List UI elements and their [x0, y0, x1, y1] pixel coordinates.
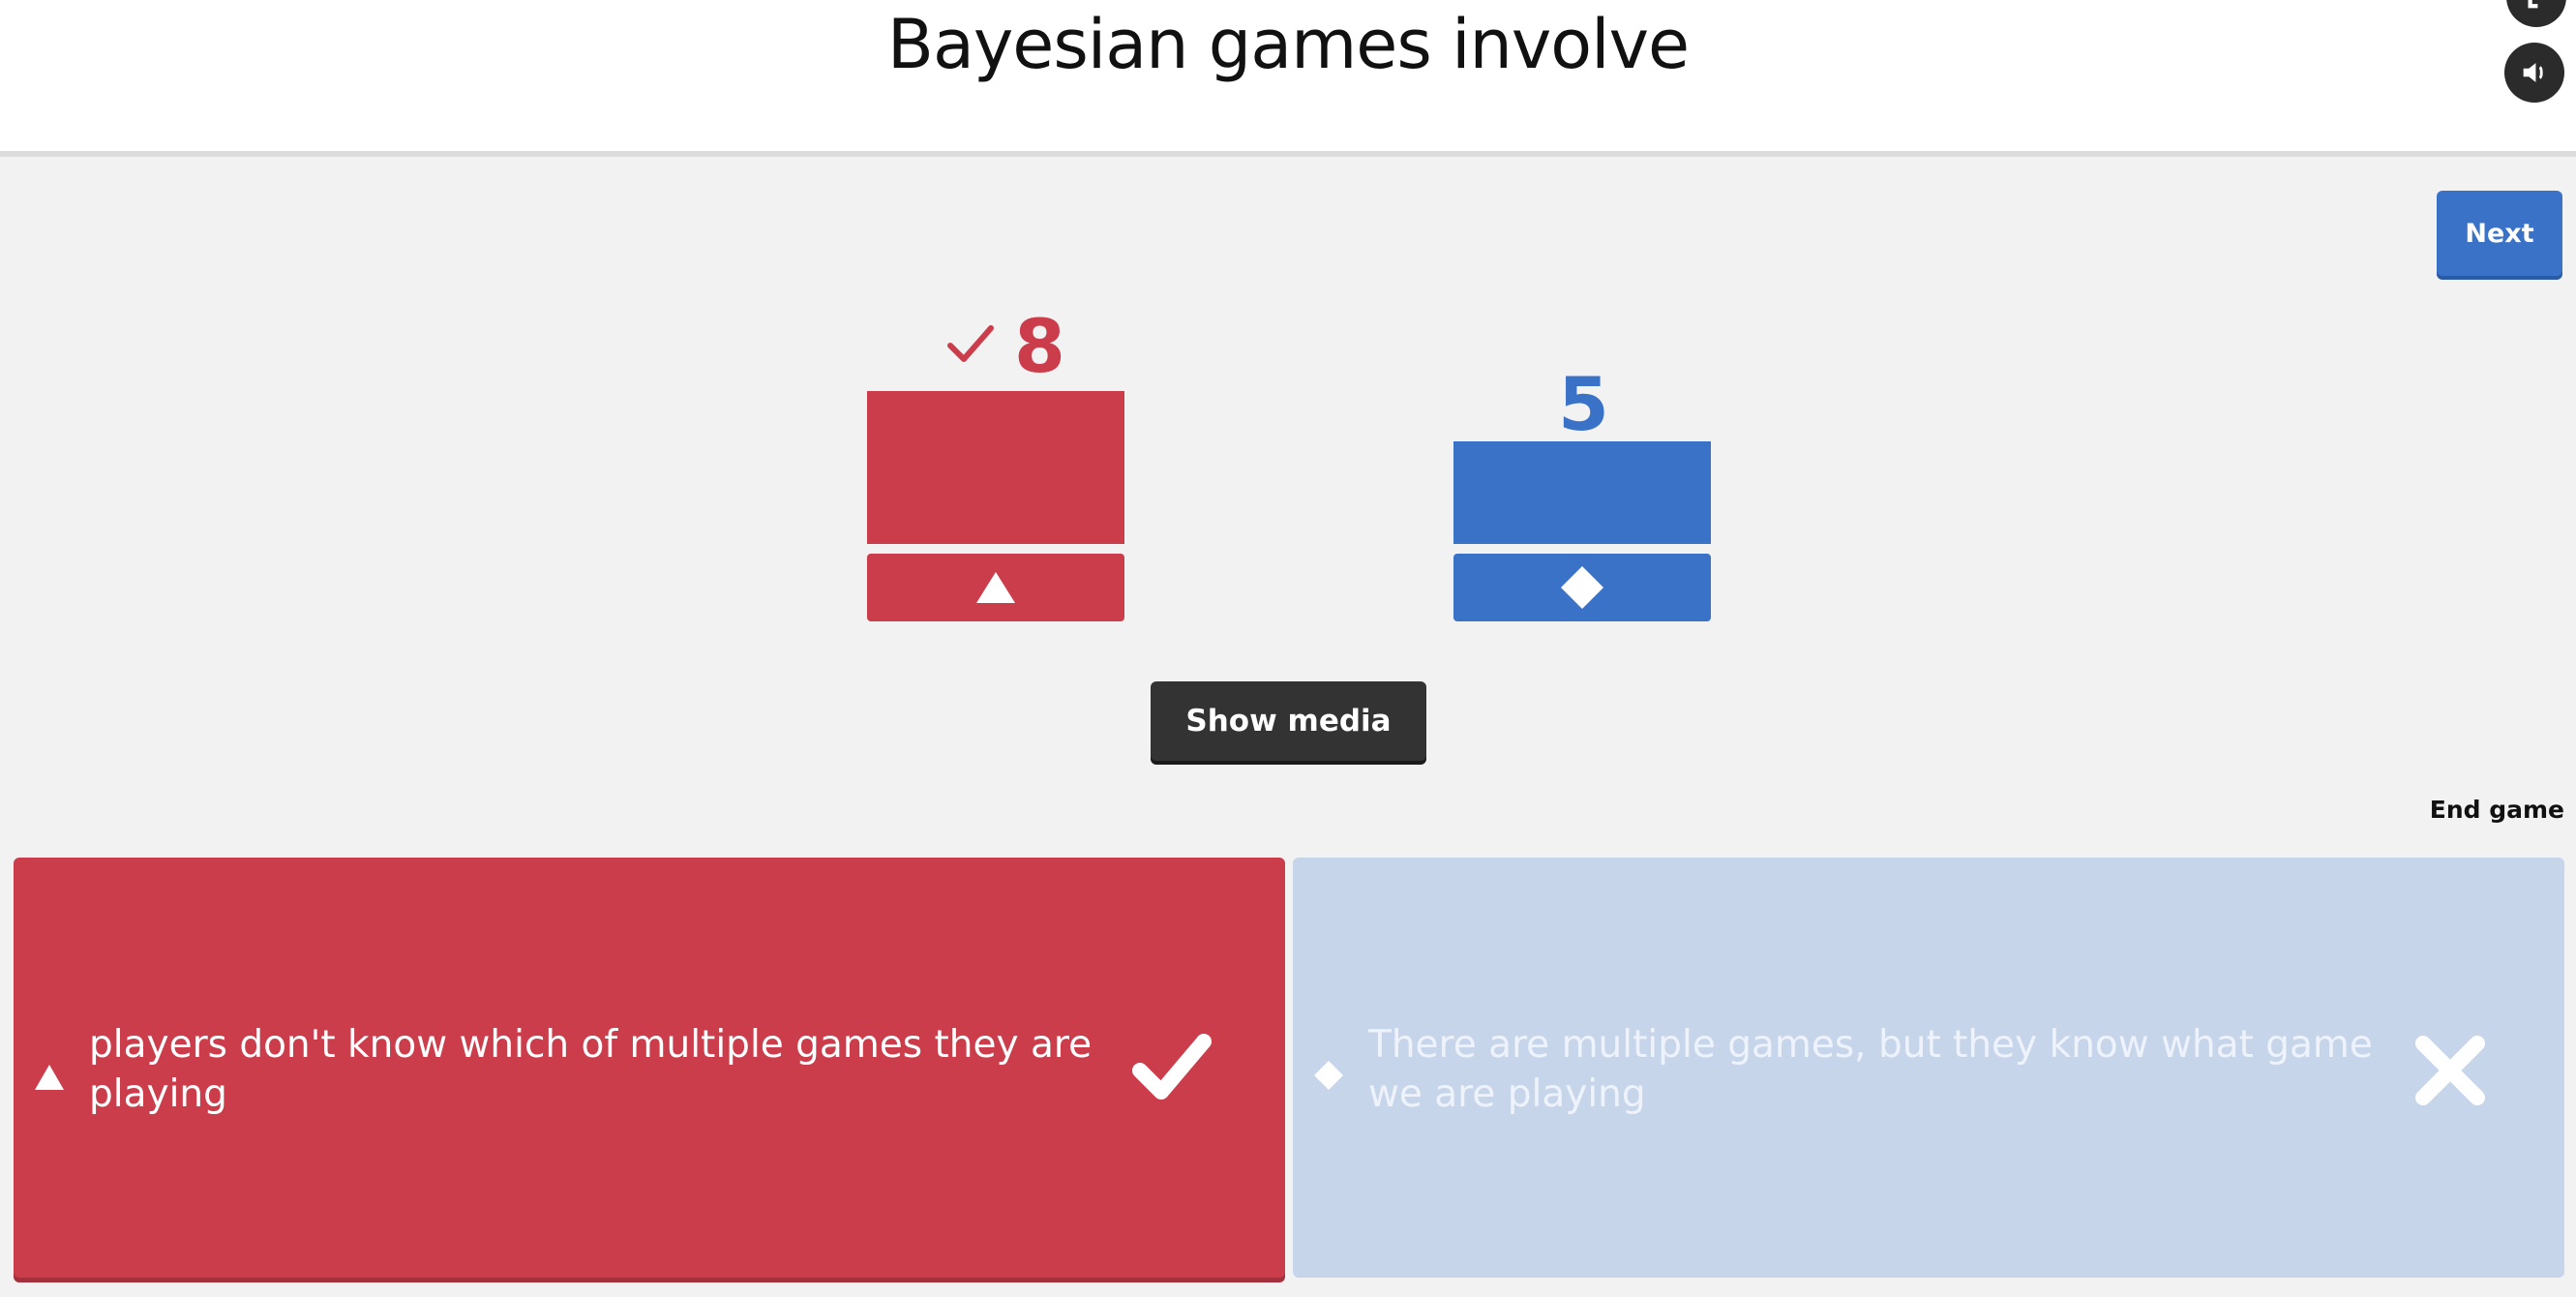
- answer-text: There are multiple games, but they know …: [1368, 1023, 2373, 1116]
- diamond-icon: [1314, 1061, 1343, 1090]
- sound-button[interactable]: [2504, 43, 2564, 103]
- speaker-icon: [2523, 63, 2543, 82]
- show-media-button[interactable]: Show media: [1151, 681, 1426, 761]
- checkmark-icon: [1132, 1034, 1212, 1100]
- result-count-triangle: 8: [1014, 303, 1065, 389]
- answer-card-diamond[interactable]: There are multiple games, but they know …: [1293, 858, 2564, 1278]
- result-shape-tab-diamond: [1453, 554, 1711, 621]
- result-shape-tab-triangle: [867, 554, 1124, 621]
- question-title: Bayesian games involve: [886, 5, 1690, 84]
- close-x-icon: [2415, 1036, 2485, 1105]
- result-bar-diamond: [1453, 441, 1711, 544]
- question-header: Bayesian games involve: [0, 0, 2576, 157]
- diamond-icon: [1561, 566, 1603, 609]
- result-count-diamond: 5: [1558, 361, 1609, 447]
- triangle-icon: [35, 1065, 64, 1090]
- answer-text: players don't know which of multiple gam…: [89, 1023, 1093, 1116]
- exit-icon: [2528, 0, 2538, 9]
- end-game-link[interactable]: End game: [2381, 796, 2564, 824]
- answer-card-triangle[interactable]: players don't know which of multiple gam…: [14, 858, 1285, 1278]
- correct-check-icon: [947, 325, 994, 362]
- triangle-icon: [976, 572, 1015, 603]
- result-bar-triangle: [867, 391, 1124, 544]
- next-button[interactable]: Next: [2437, 191, 2562, 276]
